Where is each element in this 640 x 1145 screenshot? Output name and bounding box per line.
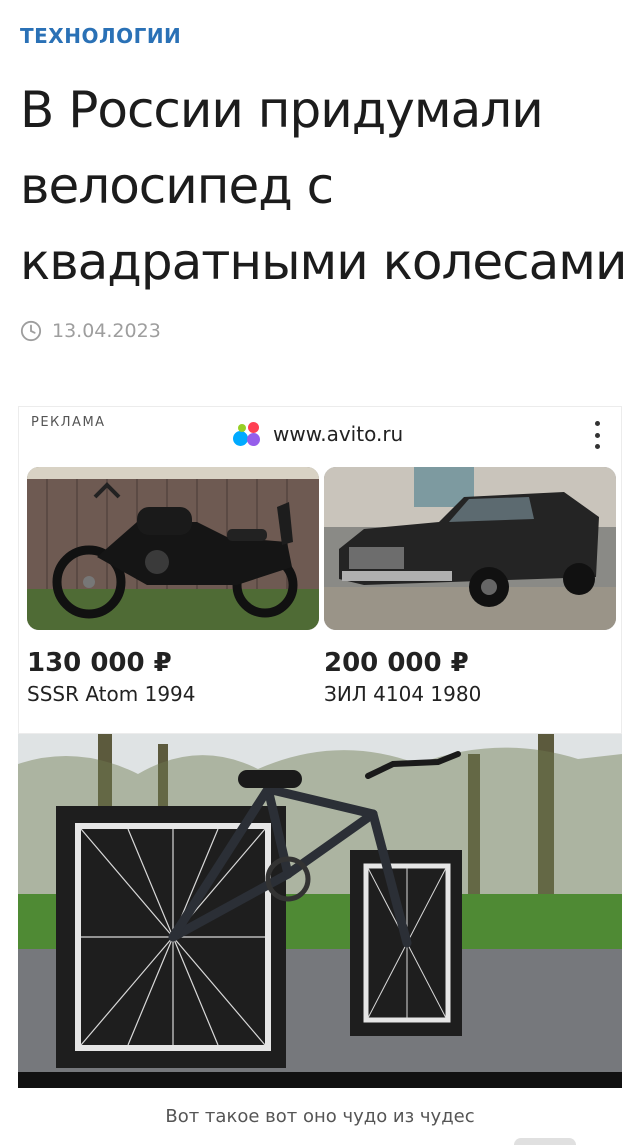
avito-logo-icon	[233, 421, 261, 447]
ad-item-price: 130 000 ₽	[27, 648, 172, 678]
ad-source-link[interactable]: www.avito.ru	[233, 421, 403, 447]
limousine-photo	[324, 467, 616, 630]
publish-date: 13.04.2023	[20, 318, 161, 344]
article-photo	[18, 734, 622, 1088]
more-options-icon[interactable]	[593, 421, 601, 449]
image-caption: Вот такое вот оно чудо из чудес	[165, 1106, 475, 1127]
scroll-to-top-button[interactable]	[514, 1138, 576, 1145]
ad-block: РЕКЛАМА www.avito.ru 130 000 ₽ SSSR Atom…	[18, 406, 622, 734]
ad-item-card[interactable]: 200 000 ₽ ЗИЛ 4104 1980	[324, 467, 616, 706]
ad-item-title: SSSR Atom 1994	[27, 682, 196, 706]
ad-domain: www.avito.ru	[273, 422, 404, 446]
ad-item-title: ЗИЛ 4104 1980	[324, 682, 482, 706]
ad-item-price: 200 000 ₽	[324, 648, 469, 678]
clock-icon	[20, 320, 42, 342]
date-text: 13.04.2023	[52, 320, 161, 342]
ad-label: РЕКЛАМА	[31, 415, 106, 430]
article-headline: В России придумали велосипед с квадратны…	[20, 81, 628, 291]
ad-item-card[interactable]: 130 000 ₽ SSSR Atom 1994	[27, 467, 319, 706]
motorcycle-photo	[27, 467, 319, 630]
category-link[interactable]: ТЕХНОЛОГИИ	[20, 24, 181, 48]
